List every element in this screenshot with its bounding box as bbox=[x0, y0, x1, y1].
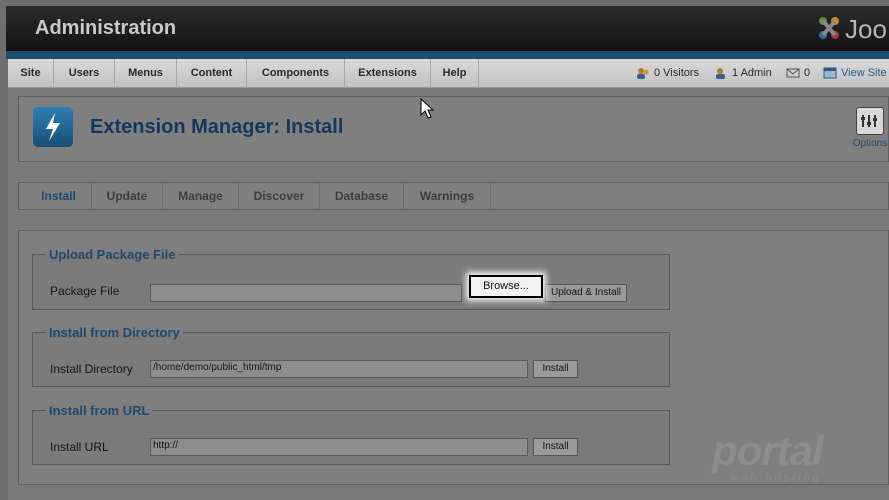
install-url-input[interactable]: http:// bbox=[150, 438, 528, 456]
menu-content[interactable]: Content bbox=[177, 59, 247, 88]
tab-discover[interactable]: Discover bbox=[239, 183, 320, 209]
options-button[interactable]: Options bbox=[852, 107, 888, 153]
visitors-count: 0 Visitors bbox=[654, 67, 700, 79]
watermark-sub: web hosting bbox=[730, 472, 822, 484]
mouse-cursor-icon bbox=[420, 98, 434, 119]
browse-button[interactable]: Browse... bbox=[469, 275, 543, 298]
submenu-tabs: Install Update Manage Discover Database … bbox=[18, 182, 889, 210]
upload-legend: Upload Package File bbox=[49, 247, 176, 262]
tab-update[interactable]: Update bbox=[92, 183, 163, 209]
visitors-icon bbox=[637, 68, 649, 80]
watermark-main: portal bbox=[712, 427, 824, 474]
page-title: Extension Manager: Install bbox=[90, 116, 344, 138]
install-url-label: Install URL bbox=[50, 440, 109, 454]
package-file-input[interactable] bbox=[150, 284, 462, 302]
install-directory-label: Install Directory bbox=[50, 362, 133, 376]
visitors-status[interactable]: 0 Visitors bbox=[636, 59, 699, 88]
menu-extensions[interactable]: Extensions bbox=[345, 59, 431, 88]
admins-icon bbox=[716, 68, 725, 80]
view-site-link[interactable]: View Site bbox=[823, 59, 887, 88]
url-legend: Install from URL bbox=[49, 403, 150, 418]
tab-warnings[interactable]: Warnings bbox=[404, 183, 491, 209]
menu-menus[interactable]: Menus bbox=[115, 59, 177, 88]
admins-count: 1 Admin bbox=[732, 67, 772, 79]
install-directory-input[interactable]: /home/demo/public_html/tmp bbox=[150, 360, 528, 378]
messages-icon bbox=[786, 68, 800, 78]
install-directory-group: Install from Directory Install Directory… bbox=[32, 325, 670, 387]
joomla-logo-icon bbox=[819, 17, 839, 39]
upload-package-group: Upload Package File Package File Upload … bbox=[32, 247, 670, 310]
page-header: Extension Manager: Install Options bbox=[18, 96, 889, 162]
view-site-label: View Site bbox=[841, 67, 887, 79]
admin-title: Administration bbox=[35, 17, 177, 39]
admin-header: Administration Joo bbox=[6, 6, 889, 51]
extension-manager-icon bbox=[33, 107, 73, 147]
install-directory-button[interactable]: Install bbox=[533, 360, 578, 378]
header-stripe bbox=[6, 51, 889, 59]
portal-watermark: portal web hosting bbox=[712, 427, 824, 485]
tab-database[interactable]: Database bbox=[320, 183, 404, 209]
messages-status[interactable]: 0 bbox=[786, 59, 810, 88]
install-url-group: Install from URL Install URL http:// Ins… bbox=[32, 403, 670, 465]
messages-count: 0 bbox=[804, 67, 811, 79]
menu-site[interactable]: Site bbox=[8, 59, 54, 88]
menu-bar: Site Users Menus Content Components Exte… bbox=[8, 59, 889, 88]
menu-help[interactable]: Help bbox=[431, 59, 479, 88]
admins-status[interactable]: 1 Admin bbox=[714, 59, 772, 88]
package-file-label: Package File bbox=[50, 284, 120, 298]
upload-install-button[interactable]: Upload & Install bbox=[545, 284, 627, 302]
view-site-icon bbox=[823, 67, 837, 79]
menu-users[interactable]: Users bbox=[54, 59, 115, 88]
directory-legend: Install from Directory bbox=[49, 325, 180, 340]
options-icon bbox=[856, 107, 884, 135]
options-label: Options bbox=[852, 138, 888, 149]
joomla-logo-text: Joo bbox=[845, 14, 887, 44]
menu-components[interactable]: Components bbox=[247, 59, 345, 88]
install-url-button[interactable]: Install bbox=[533, 438, 578, 456]
tab-manage[interactable]: Manage bbox=[163, 183, 239, 209]
tab-install[interactable]: Install bbox=[26, 183, 92, 209]
